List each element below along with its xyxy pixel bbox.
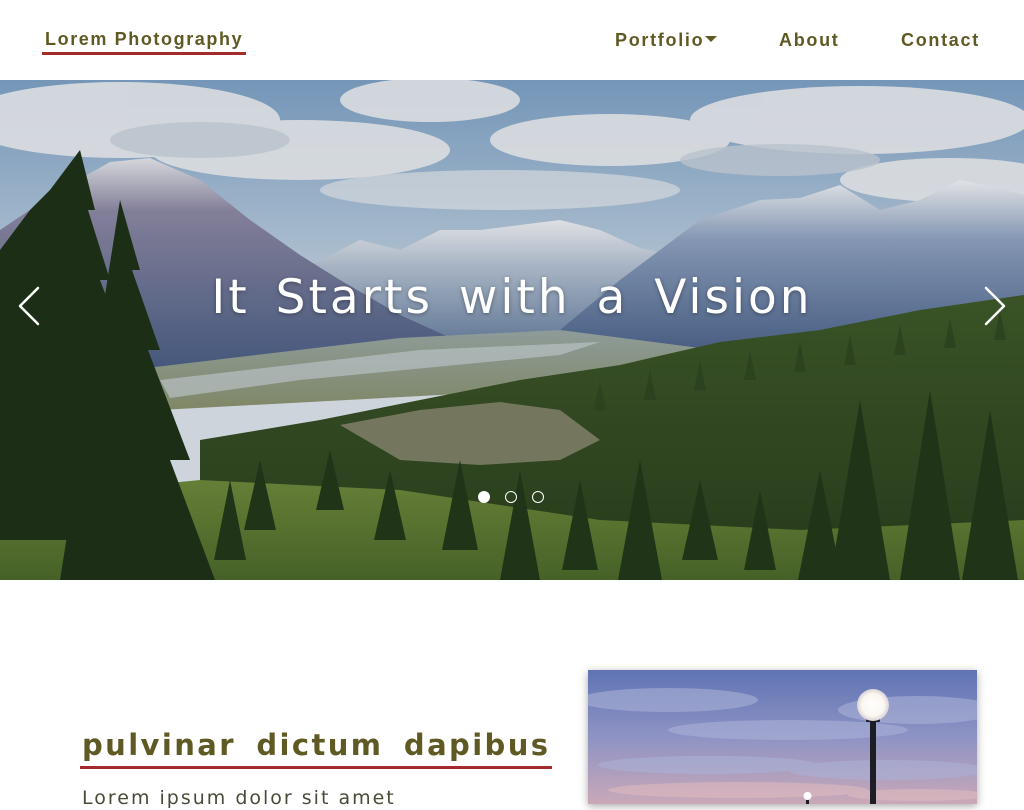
section-paragraph: Lorem ipsum dolor sit amet	[82, 787, 396, 809]
carousel-prev-button[interactable]	[10, 276, 50, 336]
section-heading: pulvinar dictum dapibus	[80, 728, 553, 769]
carousel-indicator-3[interactable]	[532, 491, 544, 503]
caret-down-icon	[705, 36, 718, 43]
nav-contact-link[interactable]: Contact	[901, 29, 980, 51]
carousel-next-button[interactable]	[974, 276, 1014, 336]
site-header: Lorem Photography Portfolio About Contac…	[0, 0, 1024, 80]
nav-portfolio-label: Portfolio	[615, 30, 705, 50]
site-logo[interactable]: Lorem Photography	[42, 28, 247, 55]
hero-title: It Starts with a Vision	[211, 270, 813, 325]
lamp-post-photo	[588, 670, 977, 804]
hero-landscape-image	[0, 80, 1024, 580]
carousel-indicator-2[interactable]	[505, 491, 517, 503]
chevron-right-icon	[984, 286, 1006, 326]
nav-portfolio-dropdown[interactable]: Portfolio	[615, 29, 718, 51]
carousel-indicator-1[interactable]	[478, 491, 490, 503]
chevron-left-icon	[18, 286, 40, 326]
nav-about-link[interactable]: About	[779, 29, 839, 51]
hero-carousel: It Starts with a Vision	[0, 80, 1024, 580]
